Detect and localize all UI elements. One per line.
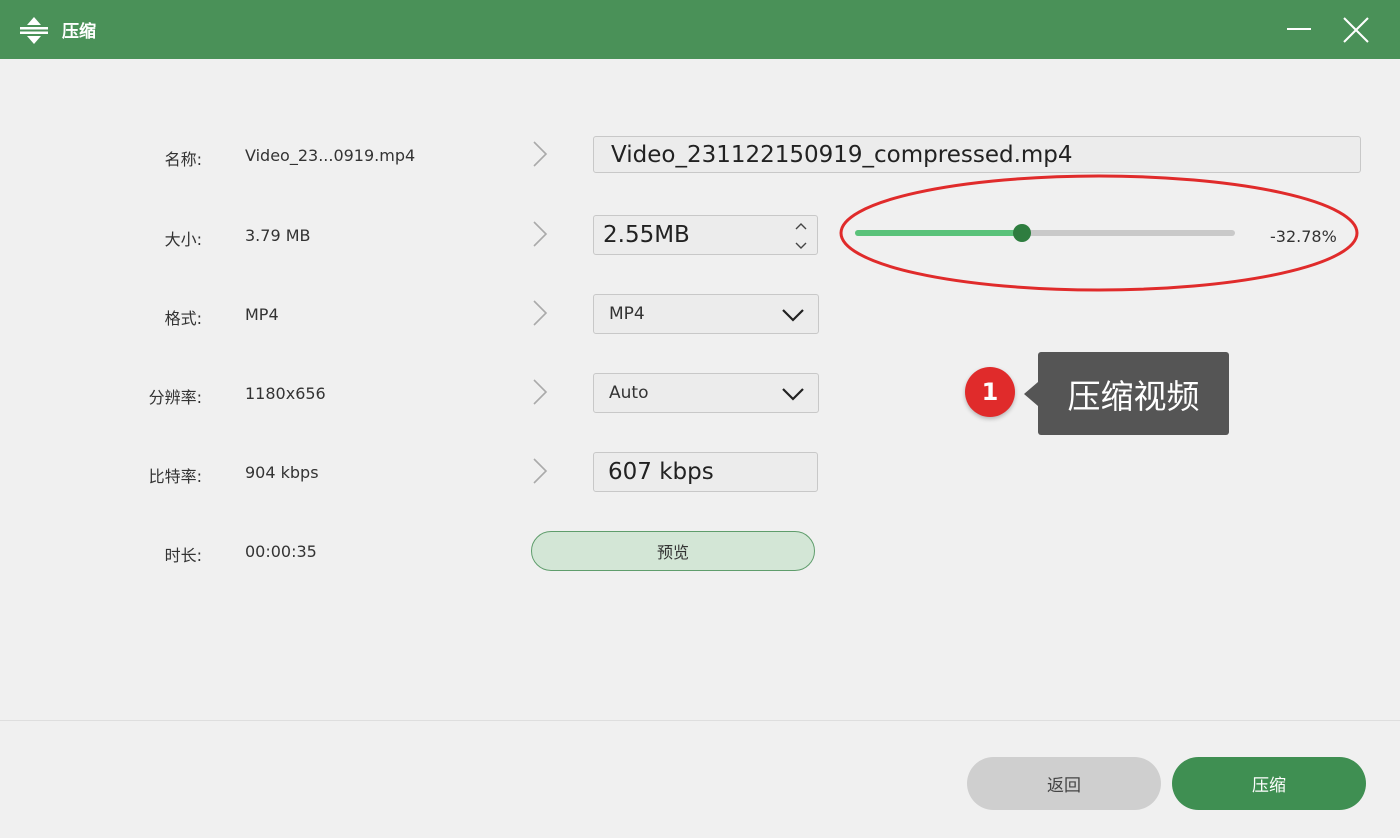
chevron-right-icon xyxy=(533,300,548,326)
output-size-stepper[interactable]: 2.55MB xyxy=(593,215,818,255)
format-selected-value: MP4 xyxy=(609,304,645,324)
format-label: 格式: xyxy=(164,309,202,328)
slider-thumb[interactable] xyxy=(1013,224,1032,242)
resolution-selected-value: Auto xyxy=(609,383,649,403)
size-label: 大小: xyxy=(164,230,202,249)
chevron-down-icon xyxy=(782,309,804,322)
back-button[interactable]: 返回 xyxy=(967,757,1161,810)
slider-fill xyxy=(855,230,1023,236)
chevron-down-icon xyxy=(782,388,804,401)
chevron-right-icon xyxy=(533,141,548,167)
annotation-callout: 压缩视频 xyxy=(1038,352,1229,435)
original-bitrate: 904 kbps xyxy=(245,463,319,482)
window-title: 压缩 xyxy=(62,22,96,42)
resolution-label: 分辨率: xyxy=(148,388,202,407)
footer-divider xyxy=(0,720,1400,721)
close-icon[interactable] xyxy=(1336,10,1376,50)
resolution-select[interactable]: Auto xyxy=(593,373,819,413)
original-format: MP4 xyxy=(245,305,279,324)
format-select[interactable]: MP4 xyxy=(593,294,819,334)
chevron-right-icon xyxy=(533,379,548,405)
chevron-right-icon xyxy=(533,221,548,247)
preview-button[interactable]: 预览 xyxy=(531,531,815,571)
output-bitrate-input[interactable]: 607 kbps xyxy=(593,452,818,492)
annotation-badge: 1 xyxy=(965,367,1015,417)
compress-button[interactable]: 压缩 xyxy=(1172,757,1366,810)
minimize-icon[interactable] xyxy=(1279,10,1319,50)
output-bitrate-value: 607 kbps xyxy=(608,459,714,485)
compression-percent: -32.78% xyxy=(1270,227,1337,246)
output-name-input[interactable]: Video_231122150919_compressed.mp4 xyxy=(593,136,1361,173)
compress-icon xyxy=(20,17,48,44)
original-duration: 00:00:35 xyxy=(245,542,317,561)
bitrate-label: 比特率: xyxy=(148,467,202,486)
callout-tail xyxy=(1024,382,1038,406)
output-size-value: 2.55MB xyxy=(603,222,690,248)
duration-label: 时长: xyxy=(164,546,202,565)
chevron-right-icon xyxy=(533,458,548,484)
original-size: 3.79 MB xyxy=(245,226,311,245)
compression-slider[interactable] xyxy=(855,224,1235,242)
original-resolution: 1180x656 xyxy=(245,384,326,403)
stepper-arrows-icon[interactable] xyxy=(793,219,809,253)
title-bar: 压缩 xyxy=(0,0,1400,59)
original-name: Video_23...0919.mp4 xyxy=(245,146,416,165)
name-label: 名称: xyxy=(164,150,202,169)
output-name-value: Video_231122150919_compressed.mp4 xyxy=(611,141,1073,168)
